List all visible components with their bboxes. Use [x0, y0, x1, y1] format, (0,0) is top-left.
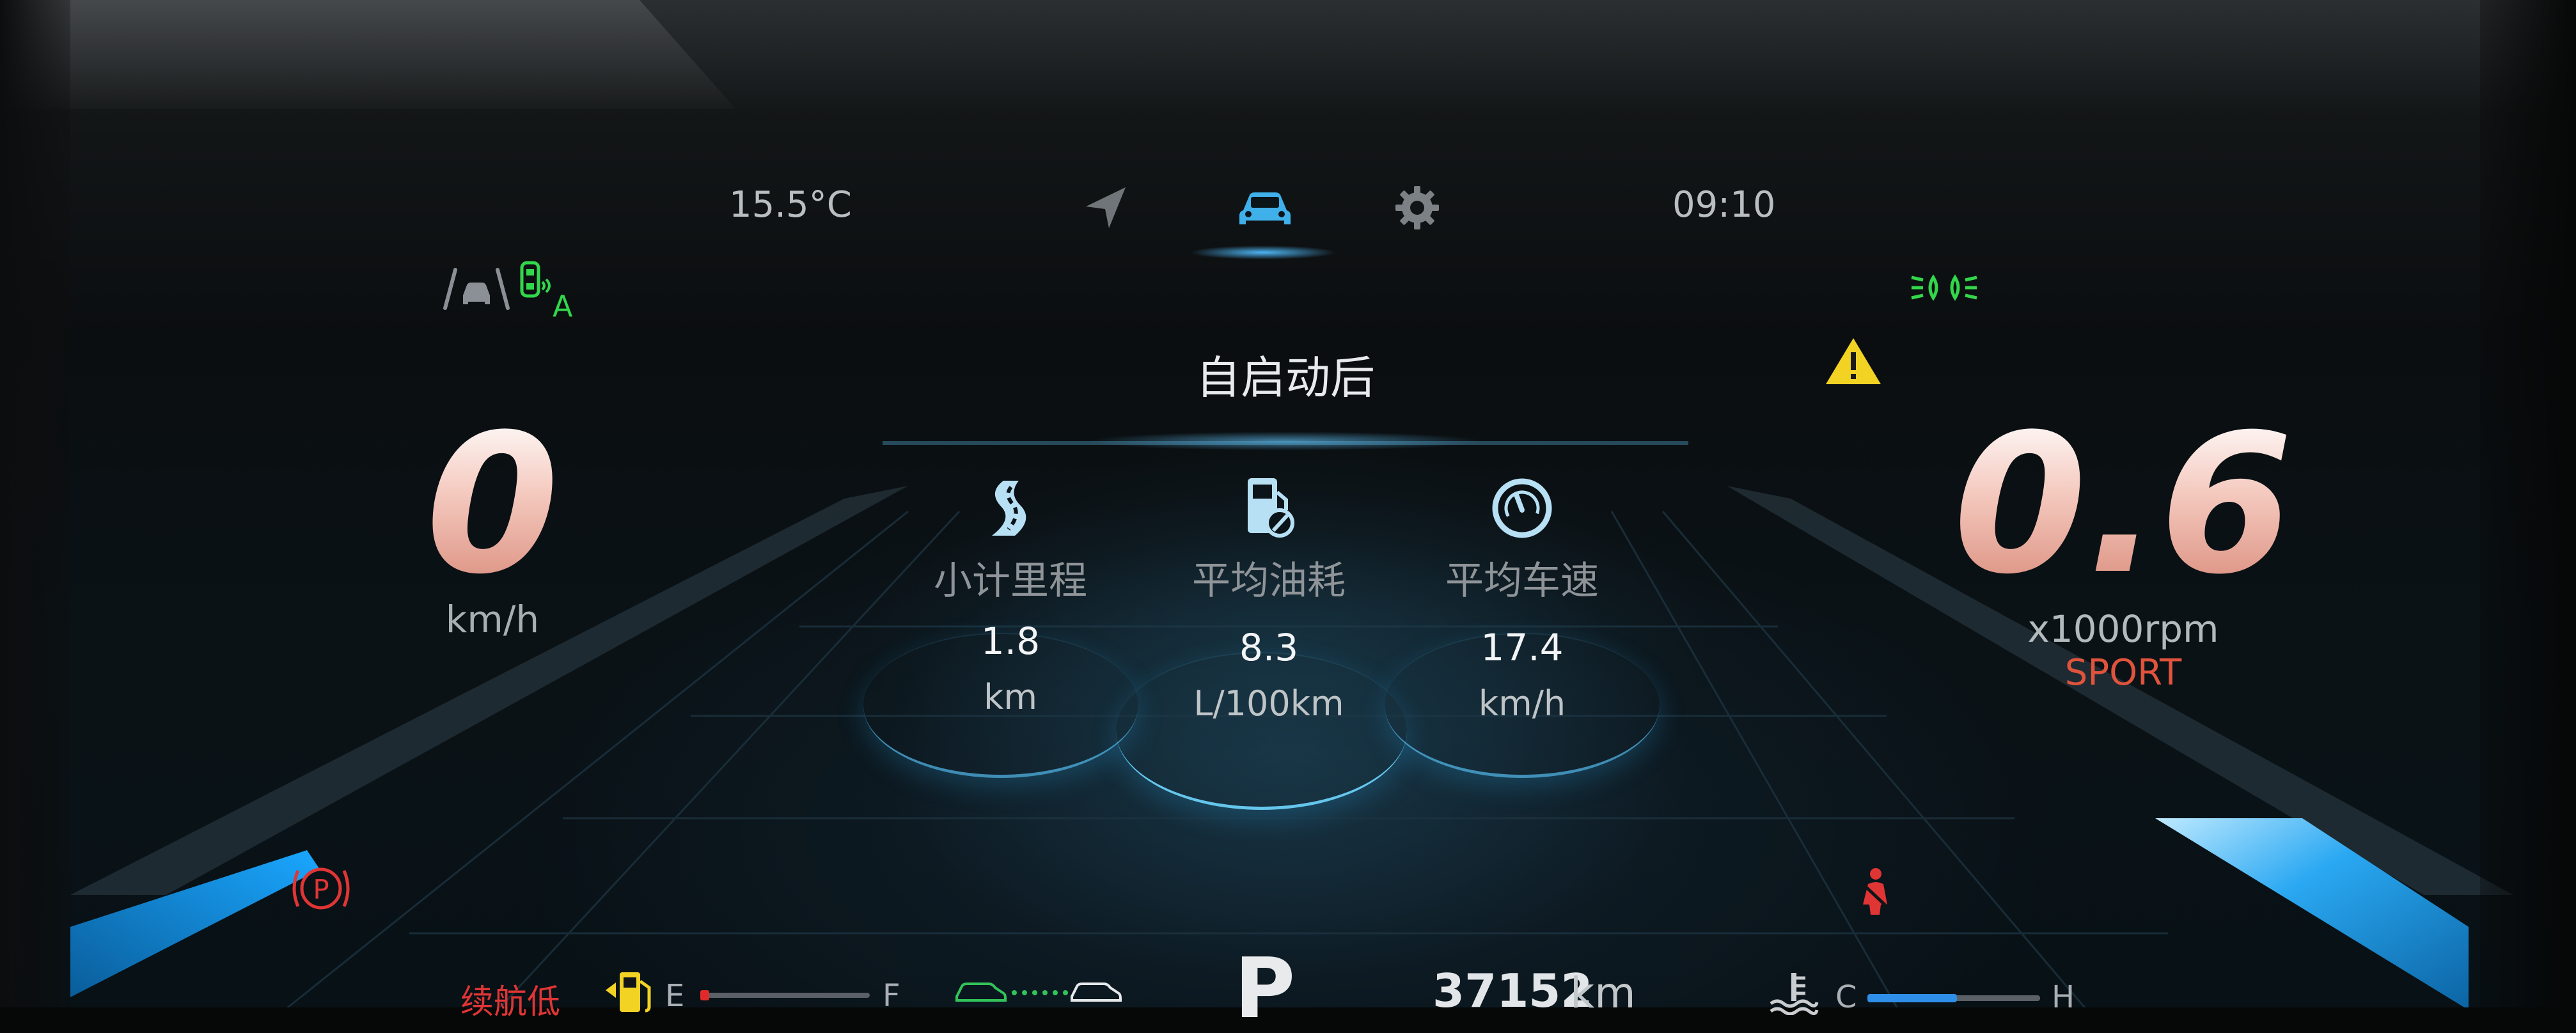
- odometer-value: 37152: [1433, 964, 1593, 1018]
- trip-item-label: 小计里程: [934, 559, 1087, 603]
- instrument-cluster: 15.5°C 09:10 A 0 km/h 0.6 x1000rpm SPORT…: [0, 0, 2576, 1033]
- position-lights-icon: [1911, 274, 1977, 301]
- auto-hold-icon: A: [520, 261, 573, 320]
- trip-item-label: 平均车速: [1445, 559, 1599, 603]
- gear-indicator: P: [1234, 940, 1296, 1033]
- rpm-value: 0.6: [1944, 409, 2302, 601]
- gear-icon[interactable]: [1392, 182, 1443, 233]
- trip-item-speed: 平均车速 17.4 km/h: [1394, 473, 1650, 724]
- odometer-unit: km: [1570, 968, 1636, 1018]
- fuel-empty-label: E: [665, 978, 685, 1014]
- trip-item-unit: km/h: [1478, 683, 1566, 724]
- fuel-gauge-track: [700, 993, 870, 998]
- range-low-warning: 续航低: [460, 983, 561, 1021]
- fuel-pump-icon: [606, 972, 651, 1013]
- speed-unit: km/h: [445, 598, 540, 641]
- fuel-gauge-fill: [700, 990, 709, 1000]
- trip-item-unit: L/100km: [1193, 683, 1344, 724]
- trip-item-distance: 小计里程 1.8 km: [883, 473, 1138, 717]
- coolant-temperature-icon: [1770, 973, 1819, 1015]
- coolant-gauge-fill: [1867, 994, 1957, 1002]
- fuel-full-label: F: [883, 978, 900, 1014]
- trip-item-value: 17.4: [1480, 626, 1564, 669]
- trip-item-unit: km: [984, 677, 1037, 717]
- trip-item-value: 8.3: [1239, 626, 1299, 669]
- bezel-right: [2480, 0, 2576, 1033]
- road-icon: [992, 481, 1026, 536]
- trip-title: 自启动后: [1196, 352, 1375, 404]
- drive-mode: SPORT: [2064, 652, 2182, 694]
- auto-hold-letter: A: [553, 289, 573, 320]
- speed-value: 0: [358, 409, 627, 601]
- trip-title-underline: [1087, 431, 1484, 451]
- car-icon[interactable]: [1234, 182, 1296, 233]
- active-tab-indicator: [1190, 245, 1337, 260]
- lane-assist-icon: [443, 268, 510, 310]
- seatbelt-warning-icon: [1863, 868, 1887, 915]
- outside-temperature: 15.5°C: [729, 184, 852, 226]
- parking-brake-letter: P: [313, 874, 329, 905]
- warning-triangle-icon: [1826, 338, 1881, 384]
- trip-item-label: 平均油耗: [1192, 559, 1346, 603]
- clock: 09:10: [1672, 184, 1776, 226]
- parking-brake-icon: P: [292, 867, 350, 910]
- gauge-icon: [1492, 478, 1552, 538]
- bezel-left: [0, 0, 70, 1033]
- trip-item-fuel: 平均油耗 8.3 L/100km: [1141, 473, 1397, 724]
- trip-item-value: 1.8: [980, 619, 1041, 663]
- following-distance-icon: [955, 983, 1122, 1002]
- temp-hot-label: H: [2052, 979, 2075, 1015]
- rpm-unit: x1000rpm: [2027, 607, 2219, 651]
- navigation-arrow-icon[interactable]: [1081, 182, 1132, 233]
- fuel-consumption-icon: [1248, 478, 1294, 538]
- temp-cold-label: C: [1835, 979, 1857, 1015]
